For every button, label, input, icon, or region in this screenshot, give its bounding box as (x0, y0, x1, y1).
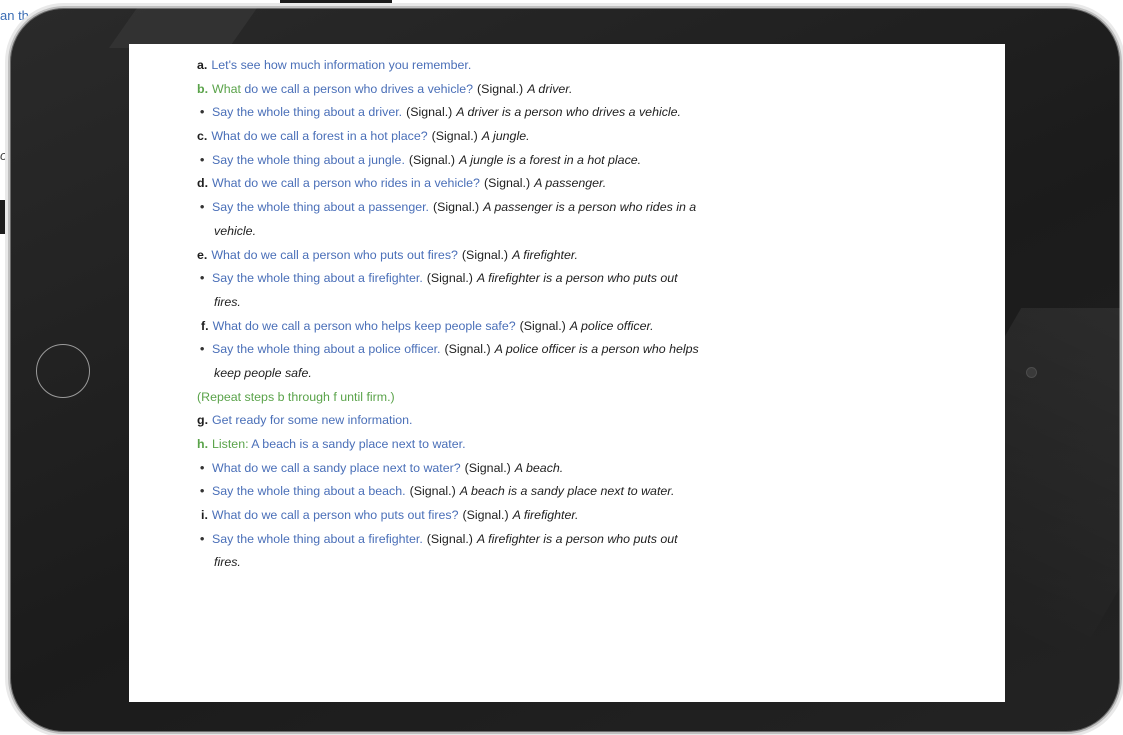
student-answer: A passenger. (534, 176, 607, 191)
bullet-text: Say the whole thing about a passenger. (212, 200, 429, 215)
bullet-icon: • (200, 531, 205, 546)
answer-continuation: vehicle. (197, 224, 917, 248)
step-text: What do we call a forest in a hot place? (211, 129, 428, 144)
bullet-item: • Say the whole thing about a jungle. (S… (197, 153, 917, 177)
student-answer: A jungle. (481, 129, 530, 144)
bullet-item: • Say the whole thing about a firefighte… (197, 271, 917, 295)
step-text: Get ready for some new information. (212, 413, 413, 428)
bullet-icon: • (200, 200, 205, 215)
step-letter: e. (197, 247, 208, 262)
student-answer-cont: keep people safe. (214, 365, 312, 380)
tablet-device: a. Let's see how much information you re… (8, 6, 1122, 734)
tablet-screen[interactable]: a. Let's see how much information you re… (129, 44, 1005, 702)
step-letter: a. (197, 58, 208, 72)
student-answer: A police officer. (569, 318, 654, 333)
signal-cue: (Signal.) (409, 484, 456, 499)
bezel-glare-top (108, 8, 272, 48)
step-text: A beach is a sandy place next to water. (248, 437, 466, 451)
signal-cue: (Signal.) (464, 460, 511, 475)
bullet-icon: • (200, 460, 205, 475)
step-letter: b. (197, 81, 209, 96)
student-answer: A driver is a person who drives a vehicl… (456, 105, 682, 120)
bullet-item: • What do we call a sandy place next to … (197, 461, 917, 485)
bullet-icon: • (200, 271, 205, 286)
step-b: b. What do we call a person who drives a… (197, 82, 917, 106)
signal-cue: (Signal.) (408, 152, 456, 167)
student-answer: A beach is a sandy place next to water. (459, 484, 675, 499)
signal-cue: (Signal.) (519, 318, 566, 333)
student-answer: A firefighter is a person who puts out (476, 271, 678, 286)
student-answer: A jungle is a forest in a hot place. (459, 152, 642, 167)
student-answer-cont: vehicle. (214, 223, 257, 238)
signal-cue: (Signal.) (462, 508, 509, 523)
step-letter: h. (197, 437, 209, 451)
student-answer-cont: fires. (214, 555, 241, 570)
step-f: f. What do we call a person who helps ke… (197, 319, 917, 343)
student-answer-cont: fires. (214, 294, 241, 309)
step-letter: g. (197, 413, 209, 428)
bullet-item: • Say the whole thing about a driver. (S… (197, 105, 917, 129)
signal-cue: (Signal.) (444, 342, 491, 357)
home-button[interactable] (36, 344, 90, 398)
student-answer: A passenger is a person who rides in a (483, 200, 697, 215)
step-letter: i. (201, 508, 208, 523)
step-e: e. What do we call a person who puts out… (197, 248, 917, 272)
bullet-item: • Say the whole thing about a firefighte… (197, 532, 917, 556)
bullet-text: Say the whole thing about a firefighter. (212, 271, 423, 286)
camera-icon (1026, 367, 1037, 378)
bullet-item: • Say the whole thing about a police off… (197, 342, 917, 366)
student-answer: A police officer is a person who helps (494, 342, 699, 357)
step-d: d. What do we call a person who rides in… (197, 176, 917, 200)
bullet-text: Say the whole thing about a beach. (212, 484, 406, 499)
step-text: What do we call a person who helps keep … (212, 318, 516, 333)
bullet-icon: • (200, 484, 205, 499)
signal-cue: (Signal.) (461, 247, 509, 262)
repeat-instruction: (Repeat steps b through f until firm.) (197, 390, 917, 414)
student-answer: A firefighter. (512, 508, 579, 523)
student-answer: A driver. (527, 81, 573, 96)
student-answer: A beach. (514, 460, 564, 475)
step-a: a. Let's see how much information you re… (197, 58, 917, 82)
step-letter: f. (201, 318, 209, 333)
bullet-item: • Say the whole thing about a passenger.… (197, 200, 917, 224)
step-text: What do we call a person who puts out fi… (211, 508, 459, 523)
bullet-icon: • (200, 152, 205, 167)
step-letter: d. (197, 176, 209, 191)
bullet-item: • Say the whole thing about a beach. (Si… (197, 484, 917, 508)
signal-cue: (Signal.) (483, 176, 531, 191)
step-lead: What (212, 81, 241, 96)
signal-cue: (Signal.) (431, 129, 478, 144)
bullet-icon: • (200, 342, 205, 357)
step-text: What do we call a person who rides in a … (212, 176, 480, 191)
step-c: c. What do we call a forest in a hot pla… (197, 129, 917, 153)
step-h: h. Listen: A beach is a sandy place next… (197, 437, 917, 461)
repeat-text: (Repeat steps b through f until firm.) (197, 389, 395, 404)
step-text: Let's see how much information you remem… (211, 58, 472, 72)
step-text: do we call a person who drives a vehicle… (240, 81, 474, 96)
student-answer: A firefighter is a person who puts out (476, 531, 678, 546)
signal-cue: (Signal.) (426, 271, 473, 286)
step-g: g. Get ready for some new information. (197, 413, 917, 437)
bullet-text: Say the whole thing about a driver. (212, 105, 403, 120)
answer-continuation: fires. (197, 555, 917, 579)
signal-cue: (Signal.) (477, 81, 524, 96)
bullet-text: What do we call a sandy place next to wa… (212, 460, 461, 475)
step-letter: c. (197, 129, 208, 144)
background-text-fragment-2: o (0, 148, 8, 163)
bullet-text: Say the whole thing about a firefighter. (212, 531, 423, 546)
signal-cue: (Signal.) (433, 200, 480, 215)
step-text: What do we call a person who puts out fi… (211, 247, 458, 262)
signal-cue: (Signal.) (426, 531, 473, 546)
bullet-icon: • (200, 105, 205, 120)
step-i: i. What do we call a person who puts out… (197, 508, 917, 532)
bullet-text: Say the whole thing about a jungle. (212, 152, 405, 167)
bullet-text: Say the whole thing about a police offic… (212, 342, 441, 357)
signal-cue: (Signal.) (406, 105, 453, 120)
step-lead: Listen: (212, 437, 249, 451)
lesson-script: a. Let's see how much information you re… (197, 58, 917, 579)
student-answer: A firefighter. (512, 247, 578, 262)
answer-continuation: keep people safe. (197, 366, 917, 390)
answer-continuation: fires. (197, 295, 917, 319)
